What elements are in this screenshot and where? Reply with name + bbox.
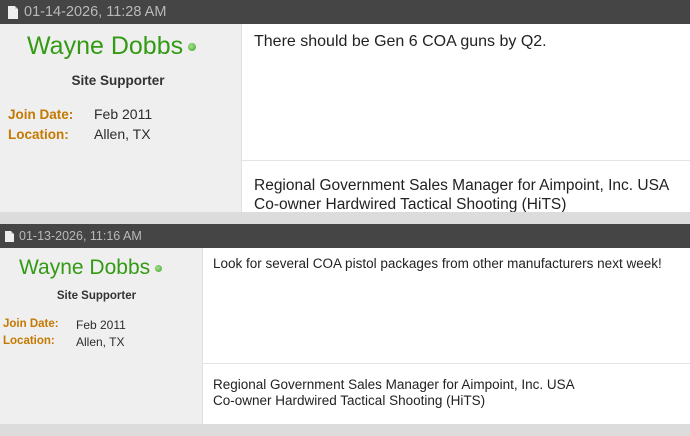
join-date-value: Feb 2011 [76,318,126,332]
user-info-panel: Wayne Dobbs Site Supporter Join Date: Fe… [0,24,242,212]
document-icon [8,5,18,19]
signature-line: Regional Government Sales Manager for Ai… [254,177,670,194]
post-body: Wayne Dobbs Site Supporter Join Date: Fe… [0,248,690,424]
join-date-label: Join Date: [3,318,59,330]
username-link[interactable]: Wayne Dobbs [19,256,163,280]
user-info-panel: Wayne Dobbs Site Supporter Join Date: Fe… [0,248,203,424]
signature-line: Co-owner Hardwired Tactical Shooting (Hi… [213,393,486,409]
location-value: Allen, TX [76,335,125,349]
post-header: 01-14-2026, 11:28 AM [0,0,690,24]
signature: Regional Government Sales Manager for Ai… [213,377,575,410]
signature: Regional Government Sales Manager for Ai… [254,177,669,215]
post-date: 01-13-2026, 11:16 AM [19,229,142,243]
post-footer [0,424,690,436]
post: 01-14-2026, 11:28 AM Wayne Dobbs Site Su… [0,0,690,224]
post-message: Look for several COA pistol packages fro… [213,256,662,271]
post-footer [0,212,690,224]
post: 01-13-2026, 11:16 AM Wayne Dobbs Site Su… [0,224,690,436]
signature-divider [242,160,690,161]
signature-line: Regional Government Sales Manager for Ai… [213,377,575,392]
online-status-icon [155,264,163,272]
post-body: Wayne Dobbs Site Supporter Join Date: Fe… [0,24,690,215]
username[interactable]: Wayne Dobbs [27,32,183,60]
username[interactable]: Wayne Dobbs [19,256,150,279]
signature-divider [203,363,690,364]
location-label: Location: [8,127,69,142]
join-date-label: Join Date: [8,107,74,122]
post-header: 01-13-2026, 11:16 AM [0,224,690,248]
location-label: Location: [3,335,55,347]
username-link[interactable]: Wayne Dobbs [27,32,197,61]
document-icon [5,230,14,242]
post-content: Look for several COA pistol packages fro… [203,248,690,424]
location-value: Allen, TX [94,126,151,142]
post-date: 01-14-2026, 11:28 AM [24,4,167,20]
online-status-icon [188,43,197,52]
post-message: There should be Gen 6 COA guns by Q2. [254,33,547,50]
join-date-value: Feb 2011 [94,106,153,122]
user-title: Site Supporter [71,73,165,88]
user-title: Site Supporter [56,290,137,302]
post-content: There should be Gen 6 COA guns by Q2. Re… [242,24,690,215]
